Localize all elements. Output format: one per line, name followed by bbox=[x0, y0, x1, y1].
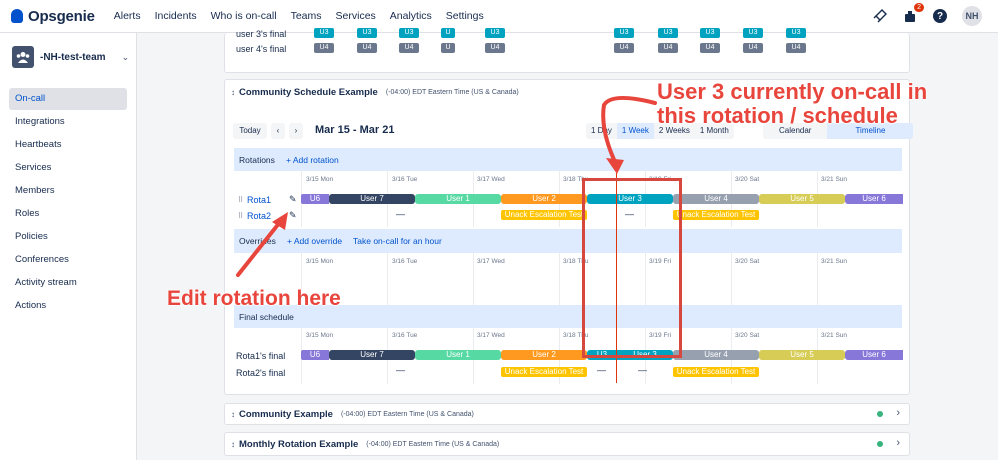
oncall-annotation-line-2: this rotation / schedule bbox=[656, 103, 898, 128]
oncall-annotation: User 3 currently on-call in this rotatio… bbox=[656, 79, 928, 128]
annotation-arrows bbox=[236, 96, 657, 277]
oncall-annotation-line-1: User 3 currently on-call in bbox=[656, 79, 928, 104]
edit-annotation: Edit rotation here bbox=[167, 287, 342, 311]
